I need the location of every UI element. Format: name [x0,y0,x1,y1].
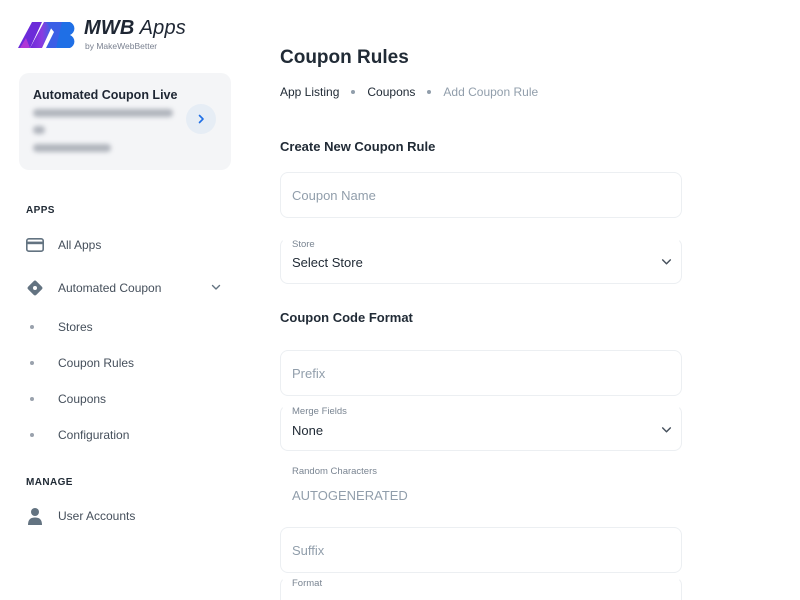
manage-section-label: MANAGE [26,477,73,488]
suffix-placeholder: Suffix [292,543,325,558]
store-label: Store [292,239,315,250]
prefix-placeholder: Prefix [292,366,326,381]
brand-title-rest: Apps [134,17,186,39]
main-content: Coupon Rules App Listing Coupons Add Cou… [280,0,800,600]
sidebar-item-user-accounts[interactable]: User Accounts [26,504,226,528]
sidebar-subitem-coupons[interactable]: Coupons [30,388,226,410]
account-detail-blurred [33,126,45,134]
merge-fields-select[interactable]: Merge Fields None [280,405,682,451]
account-detail-blurred [33,109,173,117]
random-characters-label: Random Characters [292,466,378,477]
account-card-arrow-button[interactable] [186,104,216,134]
sidebar-subitem-configuration[interactable]: Configuration [30,424,226,446]
store-select[interactable]: Store Select Store [280,238,682,284]
sidebar-item-automated-coupon[interactable]: Automated Coupon [26,276,226,300]
sidebar-item-label: User Accounts [58,509,136,523]
bullet-dot [30,397,34,401]
brand-title-bold: MWB [84,17,135,39]
sidebar-item-label: All Apps [58,238,102,252]
store-value: Select Store [292,255,363,270]
breadcrumb-separator [351,90,356,94]
prefix-input[interactable]: Prefix [280,350,682,396]
chevron-down-icon [661,259,672,265]
account-card[interactable]: Automated Coupon Live [19,73,231,170]
sidebar-item-all-apps[interactable]: All Apps [26,233,226,257]
sidebar-subitem-label: Configuration [58,428,130,442]
bullet-dot [30,325,34,329]
sidebar-subitem-label: Coupon Rules [58,356,135,370]
breadcrumb-separator [427,90,432,94]
chevron-right-icon [198,114,204,124]
create-rule-section-title: Create New Coupon Rule [280,139,436,154]
merge-fields-label: Merge Fields [292,406,347,417]
breadcrumb: App Listing Coupons Add Coupon Rule [280,85,538,99]
chevron-down-icon [661,427,672,433]
chevron-down-icon [211,284,221,290]
mwb-logo-icon [18,22,75,48]
sidebar-subitem-label: Coupons [58,392,107,406]
breadcrumb-app-listing[interactable]: App Listing [280,85,339,99]
breadcrumb-current: Add Coupon Rule [443,85,539,99]
code-format-section-title: Coupon Code Format [280,310,413,325]
breadcrumb-coupons[interactable]: Coupons [367,85,415,99]
random-characters-value: AUTOGENERATED [292,488,408,503]
sidebar-subitem-stores[interactable]: Stores [30,316,226,338]
brand-subtitle: by MakeWebBetter [85,41,158,51]
sidebar-subitem-coupon-rules[interactable]: Coupon Rules [30,352,226,374]
credit-card-icon [26,236,44,254]
sidebar: MWB Apps by MakeWebBetter Automated Coup… [0,0,250,600]
user-icon [26,507,44,525]
account-title: Automated Coupon Live [33,88,178,102]
brand-logo[interactable]: MWB Apps by MakeWebBetter [16,16,186,51]
suffix-input[interactable]: Suffix [280,527,682,573]
bullet-dot [30,361,34,365]
page-title: Coupon Rules [280,47,409,68]
account-detail-blurred [33,144,111,152]
coupon-name-placeholder: Coupon Name [292,188,376,203]
bullet-dot [30,433,34,437]
format-field[interactable]: Format [280,577,682,600]
coupon-name-input[interactable]: Coupon Name [280,172,682,218]
coupon-tag-icon [26,279,44,297]
apps-section-label: APPS [26,205,55,216]
merge-fields-value: None [292,423,324,438]
sidebar-item-label: Automated Coupon [58,281,162,295]
random-characters-field: Random Characters AUTOGENERATED [280,465,682,509]
sidebar-subitem-label: Stores [58,320,93,334]
format-label: Format [292,578,323,589]
